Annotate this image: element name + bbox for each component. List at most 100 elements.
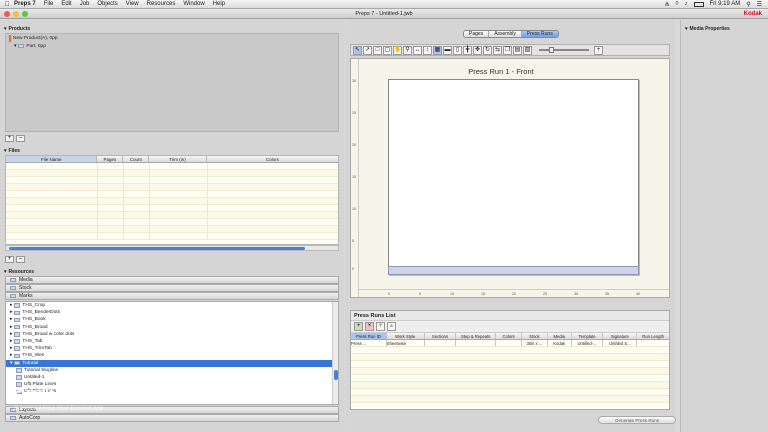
close-button[interactable] (4, 11, 10, 17)
clock[interactable]: Fri 9:19 AM (710, 1, 741, 7)
hand-tool-icon[interactable]: ✋ (393, 45, 402, 55)
disclosure-triangle-icon[interactable]: ▸ (10, 353, 12, 358)
resources-stock[interactable]: Stock (5, 284, 339, 292)
column-work-style[interactable]: Work Style (387, 333, 425, 339)
table-row[interactable]: Press ... Sheetwise 30in x ... Kodak Unt… (351, 340, 669, 347)
disclosure-triangle-icon[interactable]: ▾ (4, 148, 7, 154)
rotate-tool-icon[interactable]: ↻ (483, 45, 492, 55)
disclosure-triangle-icon[interactable]: ▸ (10, 346, 12, 351)
list-item[interactable]: ▸ THS_Crop (6, 302, 338, 309)
press-sheet[interactable] (388, 79, 639, 275)
marks-vertical-scrollbar[interactable] (332, 302, 338, 404)
table-row[interactable] (6, 163, 338, 170)
list-item[interactable]: ▸ THS_Tab (6, 338, 338, 345)
table-row[interactable] (6, 170, 338, 177)
resources-media[interactable]: Media (5, 276, 339, 284)
cell-signature[interactable]: Untitled S... (603, 340, 638, 346)
media-properties-header[interactable]: ▾ Media Properties (681, 25, 768, 32)
files-header[interactable]: ▾ Files (0, 147, 20, 154)
app-menu[interactable]: Preps 7 (14, 1, 36, 7)
align-tool-icon[interactable]: ╋ (463, 45, 472, 55)
apple-menu-icon[interactable]:  (0, 1, 14, 8)
cell-stock[interactable]: 30in x ... (522, 340, 548, 346)
zoom-button[interactable] (22, 11, 28, 17)
column-run-length[interactable]: Run Length (637, 333, 669, 339)
cell-media[interactable]: Kodak (548, 340, 572, 346)
disclosure-triangle-icon[interactable]: ▸ (10, 332, 12, 337)
disclosure-triangle-icon[interactable]: ▾ (10, 361, 12, 366)
zoom-slider-thumb[interactable] (549, 47, 554, 53)
scrollbar-thumb[interactable] (9, 247, 305, 250)
menu-objects[interactable]: Objects (97, 1, 117, 7)
disclosure-triangle-icon[interactable]: ▸ (10, 310, 12, 315)
column-colors[interactable]: Colors (207, 156, 338, 162)
menu-job[interactable]: Job (80, 1, 90, 7)
scrollbar-thumb[interactable] (334, 370, 338, 380)
move-down-icon[interactable]: ▼ (376, 322, 385, 331)
crop-tool-icon[interactable]: □ (373, 45, 382, 55)
sheet-tool-icon[interactable]: ▤ (513, 45, 522, 55)
table-row[interactable] (351, 382, 669, 389)
table-row[interactable] (6, 205, 338, 212)
arrow-tool-icon[interactable]: ↗ (363, 45, 372, 55)
table-row[interactable] (351, 396, 669, 403)
add-press-run-icon[interactable]: + (354, 322, 363, 331)
cell-run-length[interactable] (637, 340, 669, 346)
wifi-icon[interactable]: ◊ (676, 1, 679, 7)
column-count[interactable]: Count (123, 156, 150, 162)
bluetooth-icon[interactable]: ⋔ (665, 1, 670, 8)
column-step-repeats[interactable]: Step & Repeats (456, 333, 497, 339)
fit-tool-icon[interactable]: ↔ (413, 45, 422, 55)
column-press-run-id[interactable]: Press Run ID (351, 333, 387, 339)
table-row[interactable] (6, 226, 338, 233)
horizontal-tool-icon[interactable]: ▬ (443, 45, 452, 55)
list-item-selected[interactable]: ▾ Tutorial (6, 359, 338, 367)
delete-press-run-icon[interactable]: × (365, 322, 374, 331)
list-item[interactable]: ▸ THS_BenderDots (6, 309, 338, 316)
tree-item-part[interactable]: ▾ Part, 0pp (6, 42, 338, 50)
move-up-icon[interactable]: ▲ (387, 322, 396, 331)
list-item[interactable]: ▸ THS_Wes (6, 352, 338, 359)
add-product-button[interactable]: + (5, 135, 14, 142)
menu-window[interactable]: Window (183, 1, 204, 7)
table-row[interactable] (351, 361, 669, 368)
vertical-tool-icon[interactable]: ▯ (453, 45, 462, 55)
menu-help[interactable]: Help (213, 1, 225, 7)
files-horizontal-scrollbar[interactable] (5, 245, 339, 251)
products-header[interactable]: ▾ Products (0, 25, 30, 32)
menu-edit[interactable]: Edit (61, 1, 71, 7)
table-row[interactable] (351, 375, 669, 382)
table-row[interactable] (351, 389, 669, 396)
column-stock[interactable]: Stock (522, 333, 548, 339)
disclosure-triangle-icon[interactable]: ▸ (10, 325, 12, 330)
proof-tool-icon[interactable]: ▧ (523, 45, 532, 55)
column-colors[interactable]: Colors (496, 333, 522, 339)
move-tool-icon[interactable]: ✥ (473, 45, 482, 55)
table-row[interactable] (351, 368, 669, 375)
cell-work-style[interactable]: Sheetwise (387, 340, 425, 346)
minimize-button[interactable] (13, 11, 19, 17)
zoom-tool-icon[interactable]: ⚲ (403, 45, 412, 55)
tree-item-product[interactable]: New Product(A), 0pp (6, 34, 338, 42)
zoom-in-icon[interactable]: + (594, 45, 603, 55)
remove-file-button[interactable]: – (16, 256, 25, 263)
list-icon[interactable]: ☰ (757, 1, 762, 8)
layout-tool-icon[interactable]: ▦ (433, 45, 442, 55)
column-signature[interactable]: Signature (603, 333, 638, 339)
page-tool-icon[interactable]: ▢ (383, 45, 392, 55)
generate-press-runs-button[interactable]: Generate Press Runs (598, 416, 676, 424)
table-row[interactable] (6, 191, 338, 198)
disclosure-triangle-icon[interactable]: ▾ (685, 26, 688, 32)
disclosure-triangle-icon[interactable]: ▸ (10, 303, 12, 308)
search-icon[interactable]: ⚲ (746, 1, 750, 8)
add-file-button[interactable]: + (5, 256, 14, 263)
select-tool-icon[interactable]: ↖ (353, 45, 362, 55)
tab-press-runs[interactable]: Press Runs (521, 31, 558, 37)
column-pages[interactable]: Pages (97, 156, 124, 162)
resources-marks[interactable]: Marks (5, 292, 339, 300)
column-sections[interactable]: Sections (425, 333, 457, 339)
resources-header[interactable]: ▾ Resources (0, 268, 34, 275)
list-item[interactable]: Untitled-1 (6, 374, 338, 381)
menu-resources[interactable]: Resources (147, 1, 176, 7)
disclosure-triangle-icon[interactable]: ▸ (10, 339, 12, 344)
